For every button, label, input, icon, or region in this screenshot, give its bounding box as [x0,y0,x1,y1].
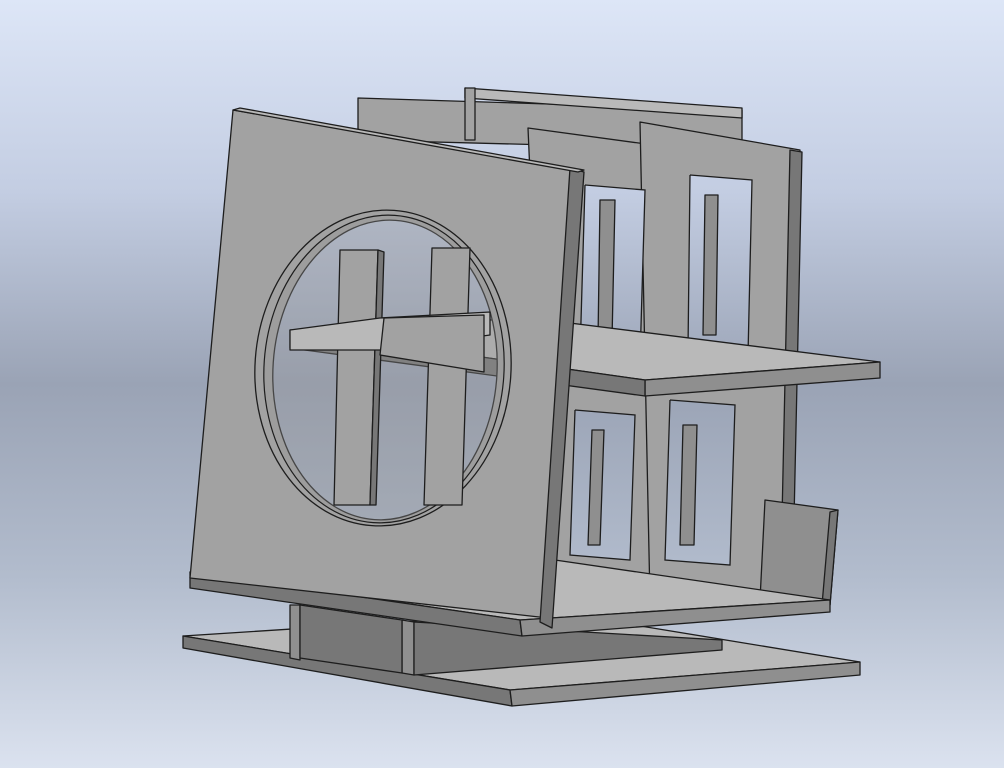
graphics-viewport[interactable] [0,0,1004,768]
cad-model-render[interactable] [0,0,1004,768]
side-panel-right [759,499,839,606]
front-plate [189,107,585,629]
